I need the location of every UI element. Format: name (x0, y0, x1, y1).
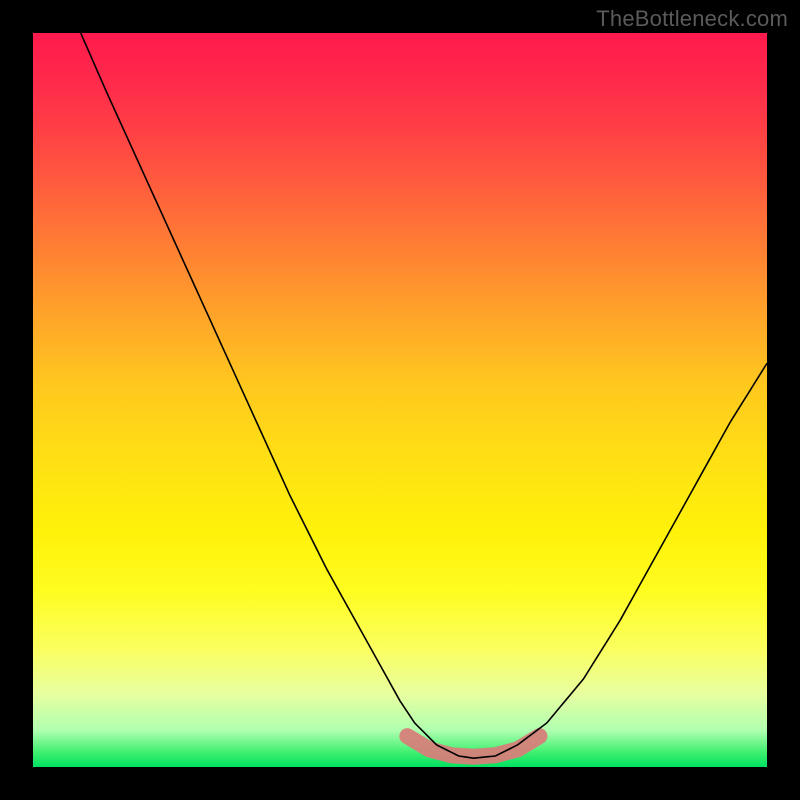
watermark-text: TheBottleneck.com (596, 6, 788, 32)
optimal-range-band (407, 736, 539, 757)
chart-svg (33, 33, 767, 767)
bottleneck-curve-line (81, 33, 767, 758)
chart-plot-area (33, 33, 767, 767)
